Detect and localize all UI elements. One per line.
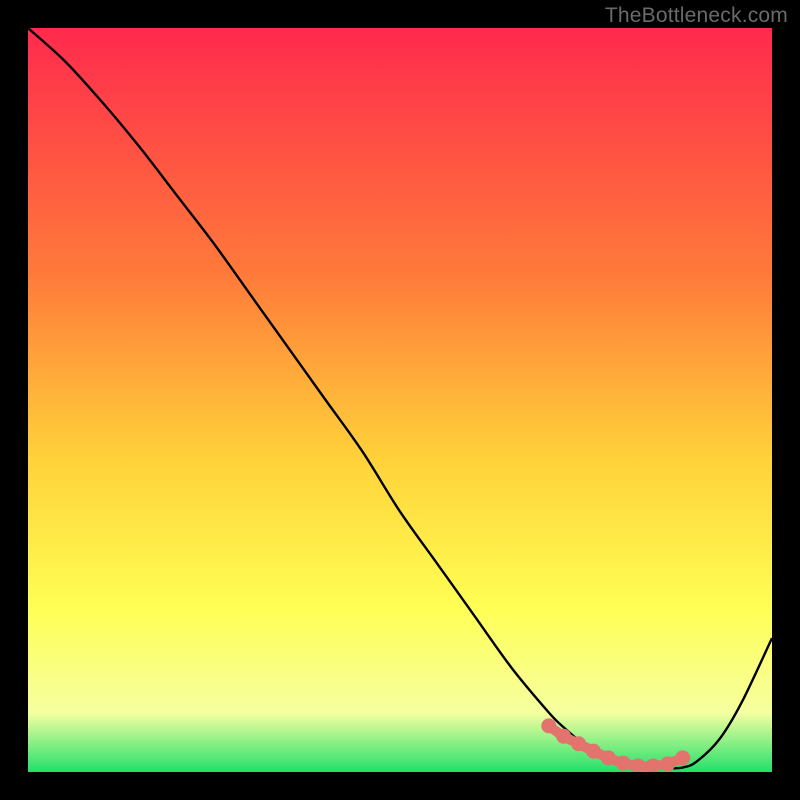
curve-layer xyxy=(28,28,772,772)
optimal-marker xyxy=(660,756,675,771)
plot-inner xyxy=(28,28,772,772)
bottleneck-curve xyxy=(28,28,772,768)
watermark-text: TheBottleneck.com xyxy=(605,4,788,28)
optimal-marker xyxy=(586,744,601,759)
plot-area xyxy=(28,28,772,772)
optimal-marker xyxy=(616,756,631,771)
optimal-marker xyxy=(675,750,690,765)
optimal-marker xyxy=(541,718,556,733)
optimal-marker xyxy=(556,729,571,744)
chart-frame: TheBottleneck.com xyxy=(0,0,800,800)
optimal-marker xyxy=(601,750,616,765)
optimal-marker xyxy=(571,736,586,751)
